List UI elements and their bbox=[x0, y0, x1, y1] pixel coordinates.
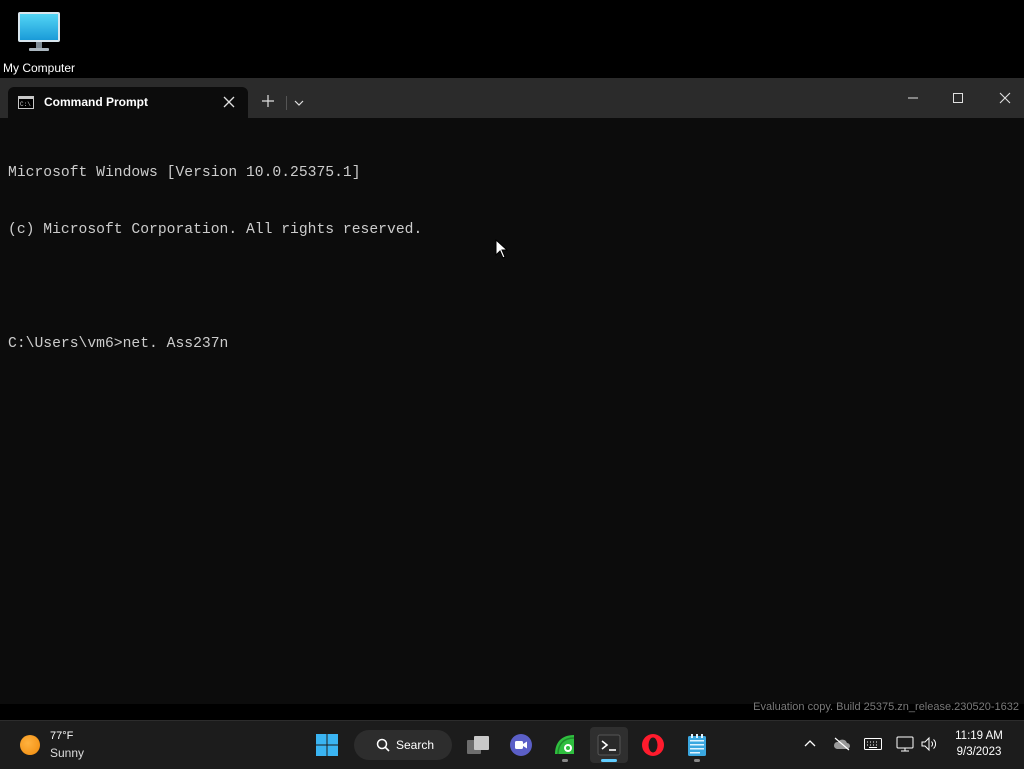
sun-icon bbox=[20, 735, 40, 755]
clock[interactable]: 11:19 AM 9/3/2023 bbox=[946, 728, 1012, 760]
task-view-button[interactable] bbox=[459, 727, 497, 763]
computer-icon bbox=[18, 12, 60, 51]
keyboard-tray-button[interactable] bbox=[864, 735, 882, 753]
tab-separator bbox=[286, 96, 287, 110]
search-button[interactable]: Search bbox=[354, 730, 452, 760]
tab-title: Command Prompt bbox=[44, 95, 149, 109]
desktop-icon-my-computer[interactable]: My Computer bbox=[0, 6, 78, 75]
search-label: Search bbox=[396, 738, 435, 752]
green-app-icon bbox=[555, 735, 575, 755]
console-line: Microsoft Windows [Version 10.0.25375.1] bbox=[8, 165, 361, 181]
notepad-app[interactable] bbox=[678, 727, 716, 763]
show-hidden-icons-button[interactable] bbox=[801, 735, 819, 753]
speaker-icon bbox=[921, 736, 936, 752]
console-line: (c) Microsoft Corporation. All rights re… bbox=[8, 222, 423, 238]
console-output[interactable]: Microsoft Windows [Version 10.0.25375.1]… bbox=[8, 126, 1016, 704]
maximize-icon bbox=[953, 93, 963, 103]
minimize-icon bbox=[908, 97, 918, 99]
notepad-icon bbox=[688, 734, 706, 756]
close-icon bbox=[999, 92, 1011, 104]
svg-text:C:\: C:\ bbox=[20, 101, 31, 108]
network-tray-button[interactable] bbox=[896, 735, 914, 753]
task-view-icon bbox=[467, 736, 489, 754]
running-indicator bbox=[562, 759, 568, 762]
volume-tray-button[interactable] bbox=[920, 735, 938, 753]
video-call-icon bbox=[510, 734, 532, 756]
chevron-up-icon bbox=[804, 740, 816, 747]
network-icon bbox=[896, 736, 914, 752]
clock-time: 11:19 AM bbox=[955, 730, 1003, 742]
meet-app[interactable] bbox=[502, 727, 540, 763]
mouse-pointer-icon bbox=[495, 239, 509, 259]
green-app[interactable] bbox=[546, 727, 584, 763]
new-tab-icon[interactable] bbox=[261, 94, 275, 108]
tab-close-icon[interactable] bbox=[222, 95, 236, 109]
chevron-down-icon[interactable] bbox=[293, 97, 305, 109]
keyboard-icon bbox=[864, 738, 882, 750]
close-button[interactable] bbox=[982, 78, 1024, 118]
onedrive-tray-button[interactable] bbox=[833, 735, 851, 753]
desktop-icon-label: My Computer bbox=[2, 61, 76, 75]
weather-condition: Sunny bbox=[50, 746, 85, 760]
maximize-button[interactable] bbox=[935, 78, 981, 118]
opera-app[interactable] bbox=[634, 727, 672, 763]
title-bar[interactable]: C:\ Command Prompt bbox=[0, 78, 1024, 118]
evaluation-watermark: Evaluation copy. Build 25375.zn_release.… bbox=[753, 701, 1019, 713]
console-prompt-line: C:\Users\vm6>net. Ass237n bbox=[8, 336, 229, 352]
start-button[interactable] bbox=[308, 727, 346, 763]
taskbar: 77°F Sunny Search 11:19 AM 9/3/2023 bbox=[0, 720, 1024, 769]
search-icon bbox=[376, 738, 390, 752]
active-indicator bbox=[601, 759, 617, 762]
terminal-window: C:\ Command Prompt Microsoft Windows [Ve… bbox=[0, 78, 1024, 704]
terminal-app[interactable] bbox=[590, 727, 628, 763]
weather-temperature: 77°F bbox=[50, 730, 74, 742]
tab-command-prompt[interactable]: C:\ Command Prompt bbox=[8, 87, 248, 118]
windows-logo-icon bbox=[316, 734, 338, 756]
clock-date: 9/3/2023 bbox=[956, 746, 1002, 758]
terminal-icon bbox=[597, 734, 621, 756]
minimize-button[interactable] bbox=[890, 78, 936, 118]
opera-icon bbox=[642, 734, 664, 756]
cmd-icon: C:\ bbox=[18, 96, 34, 109]
cloud-offline-icon bbox=[833, 737, 850, 751]
running-indicator bbox=[694, 759, 700, 762]
